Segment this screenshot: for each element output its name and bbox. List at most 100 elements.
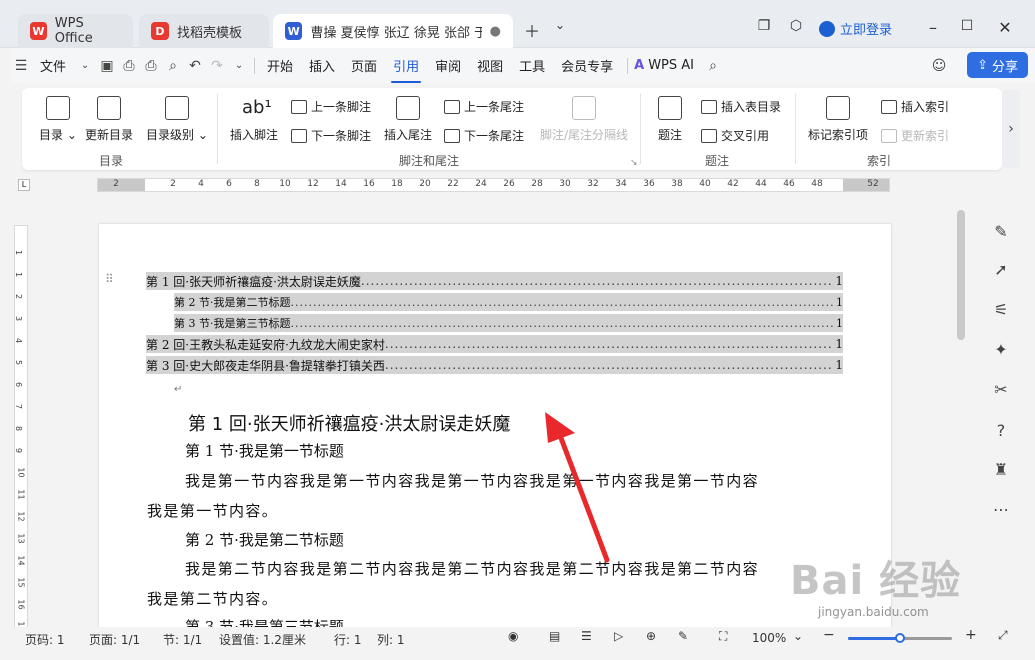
chevron-down-icon[interactable]: ⌄ bbox=[548, 18, 572, 32]
toc-button[interactable]: 目录 ⌄ bbox=[39, 96, 77, 143]
menu-home[interactable]: 开始 bbox=[259, 56, 301, 75]
maximize-icon[interactable]: ☐ bbox=[955, 18, 979, 34]
window-icon[interactable]: ❐ bbox=[752, 18, 776, 34]
insert-table-of-figures-button[interactable]: 插入表目录 bbox=[701, 98, 781, 115]
insert-endnote-button[interactable]: 插入尾注 bbox=[384, 96, 432, 143]
divider bbox=[640, 94, 641, 164]
menu-icon[interactable]: ☰ bbox=[10, 58, 32, 74]
insert-index-button[interactable]: 插入索引 bbox=[881, 98, 949, 115]
mark-index-entry-button[interactable]: 标记索引项 bbox=[808, 96, 868, 143]
print-icon[interactable]: ⎙ bbox=[140, 58, 162, 74]
pen-icon[interactable]: ✎ bbox=[990, 220, 1012, 242]
body-text-line[interactable]: 我是第二节内容我是第二节内容我是第二节内容我是第二节内容我是第二节内容 bbox=[185, 558, 759, 579]
cursor-icon[interactable]: ➚ bbox=[990, 258, 1012, 280]
comment-icon[interactable]: ☺ bbox=[928, 58, 950, 74]
document-page[interactable]: ⠿ 第 1 回·张天师祈禳瘟疫·洪太尉误走妖魔 ................… bbox=[99, 224, 891, 634]
new-tab-icon[interactable]: ＋ bbox=[520, 18, 544, 42]
fullscreen-icon[interactable]: ⤢ bbox=[998, 628, 1008, 643]
tab-stop-selector[interactable]: L bbox=[18, 179, 30, 191]
body-text-line[interactable]: 我是第一节内容。 bbox=[147, 500, 278, 521]
update-toc-button[interactable]: 更新目录 bbox=[85, 96, 133, 143]
zoom-out-icon[interactable]: − bbox=[823, 627, 835, 643]
insert-footnote-button[interactable]: ab¹ 插入脚注 bbox=[230, 96, 278, 143]
section-heading[interactable]: 第 1 节·我是第一节标题 bbox=[185, 440, 344, 461]
wps-logo-icon: W bbox=[30, 22, 47, 40]
prev-footnote-label: 上一条脚注 bbox=[311, 100, 372, 114]
mark-index-icon bbox=[826, 96, 850, 120]
menu-references[interactable]: 引用 bbox=[385, 56, 427, 83]
page-view-icon[interactable]: ▤ bbox=[549, 629, 560, 643]
toc-level-button[interactable]: 目录级别 ⌄ bbox=[146, 96, 208, 143]
menu-file[interactable]: 文件 bbox=[32, 56, 74, 75]
next-footnote-button[interactable]: 下一条脚注 bbox=[291, 127, 371, 144]
cross-reference-button[interactable]: 交叉引用 bbox=[701, 127, 769, 144]
menu-page[interactable]: 页面 bbox=[343, 56, 385, 75]
cube-icon[interactable]: ⬡ bbox=[784, 18, 808, 34]
close-icon[interactable]: ✕ bbox=[993, 18, 1017, 37]
print-preview-icon[interactable]: ⌕ bbox=[162, 58, 184, 74]
help-icon[interactable]: ? bbox=[990, 419, 1012, 441]
settings-sliders-icon[interactable]: ⚟ bbox=[990, 298, 1012, 320]
vertical-ruler[interactable]: 11234567891011121314151617 bbox=[14, 225, 28, 632]
ai-icon[interactable]: ✦ bbox=[990, 338, 1012, 360]
toc-entry[interactable]: 第 3 回·史大郎夜走华阴县·鲁提辖拳打镇关西 ................… bbox=[146, 356, 843, 374]
next-endnote-button[interactable]: 下一条尾注 bbox=[444, 127, 524, 144]
heading-1[interactable]: 第 1 回·张天师祈禳瘟疫·洪太尉误走妖魔 bbox=[188, 410, 510, 436]
section-heading[interactable]: 第 2 节·我是第二节标题 bbox=[185, 529, 344, 550]
toc-entry[interactable]: 第 2 回·王教头私走延安府·九纹龙大闹史家村 ................… bbox=[146, 335, 843, 353]
menu-wps-ai[interactable]: WPS AI bbox=[648, 58, 702, 73]
tab-document[interactable]: W 曹操 夏侯惇 张辽 徐晃 张郃 于 ● bbox=[273, 14, 513, 48]
toc-entry[interactable]: 第 1 回·张天师祈禳瘟疫·洪太尉误走妖魔 ..................… bbox=[146, 272, 843, 290]
tab-template[interactable]: D 找稻壳模板 bbox=[139, 14, 269, 48]
ruler-tick-label: 14 bbox=[16, 555, 26, 566]
horizontal-ruler[interactable]: 2 2 4 6 8 10 12 14 16 18 20 22 24 26 28 30 32 34 36 38 40 42 4… bbox=[97, 178, 890, 192]
menu-review[interactable]: 审阅 bbox=[427, 56, 469, 75]
more-icon[interactable]: ⋯ bbox=[990, 498, 1012, 520]
zoom-slider[interactable] bbox=[848, 633, 952, 643]
fit-page-icon[interactable]: ⛶ bbox=[719, 629, 727, 644]
caption-button[interactable]: 题注 bbox=[658, 96, 682, 143]
footnote-separator-button[interactable]: 脚注/尾注分隔线 bbox=[540, 96, 628, 143]
toc-entry[interactable]: 第 3 节·我是第三节标题 ..........................… bbox=[174, 314, 843, 332]
save-icon[interactable]: ▣ bbox=[96, 58, 118, 74]
update-index-button[interactable]: 更新索引 bbox=[881, 127, 949, 144]
zoom-level[interactable]: 100% bbox=[752, 631, 786, 645]
zoom-in-icon[interactable]: + bbox=[965, 627, 977, 643]
toc-entry[interactable]: 第 2 节·我是第二节标题 ..........................… bbox=[174, 293, 843, 311]
play-icon[interactable]: ▷ bbox=[614, 629, 623, 643]
export-icon[interactable]: ⎙ bbox=[118, 58, 140, 74]
login-button[interactable]: 立即登录 bbox=[819, 19, 892, 38]
zoom-slider-knob[interactable] bbox=[895, 633, 905, 643]
redo-icon[interactable]: ↷ bbox=[206, 58, 228, 74]
more-chevron-icon[interactable]: ⌄ bbox=[228, 60, 250, 71]
shirt-icon[interactable]: ♜ bbox=[990, 458, 1012, 480]
body-text-line[interactable]: 我是第一节内容我是第一节内容我是第一节内容我是第一节内容我是第一节内容 bbox=[185, 470, 759, 491]
body-text-line[interactable]: 我是第二节内容。 bbox=[147, 588, 278, 609]
menu-insert[interactable]: 插入 bbox=[301, 56, 343, 75]
insert-endnote-label: 插入尾注 bbox=[384, 128, 433, 142]
pen-mode-icon[interactable]: ✎ bbox=[678, 629, 688, 643]
minimize-icon[interactable]: – bbox=[921, 18, 945, 37]
menu-tools[interactable]: 工具 bbox=[511, 56, 553, 75]
ruler-tick-label: 1 bbox=[14, 271, 24, 278]
tab-wps-office[interactable]: W WPS Office bbox=[18, 14, 133, 48]
undo-icon[interactable]: ↶ bbox=[184, 58, 206, 74]
outline-view-icon[interactable]: ☰ bbox=[581, 629, 592, 643]
tools-icon[interactable]: ✂ bbox=[990, 378, 1012, 400]
web-view-icon[interactable]: ⊕ bbox=[646, 629, 656, 643]
share-button[interactable]: ⇪ 分享 bbox=[967, 52, 1028, 78]
menu-member[interactable]: 会员专享 bbox=[553, 56, 621, 75]
prev-endnote-button[interactable]: 上一条尾注 bbox=[444, 98, 524, 115]
menu-view[interactable]: 视图 bbox=[469, 56, 511, 75]
eye-icon[interactable]: ◉ bbox=[508, 629, 518, 643]
ribbon-scroll-right-icon[interactable]: › bbox=[1002, 90, 1020, 168]
status-column: 列: 1 bbox=[377, 633, 405, 647]
search-icon[interactable]: ⌕ bbox=[702, 58, 724, 74]
chevron-down-icon[interactable]: ⌄ bbox=[793, 629, 803, 643]
status-section: 节: 1/1 bbox=[163, 633, 203, 647]
chevron-down-icon[interactable]: ⌄ bbox=[74, 60, 96, 71]
dialog-launcher-icon[interactable]: ↘ bbox=[630, 158, 638, 168]
drag-handle-icon[interactable]: ⠿ bbox=[105, 272, 114, 286]
prev-footnote-button[interactable]: 上一条脚注 bbox=[291, 98, 371, 115]
vertical-scrollbar[interactable] bbox=[957, 210, 965, 340]
